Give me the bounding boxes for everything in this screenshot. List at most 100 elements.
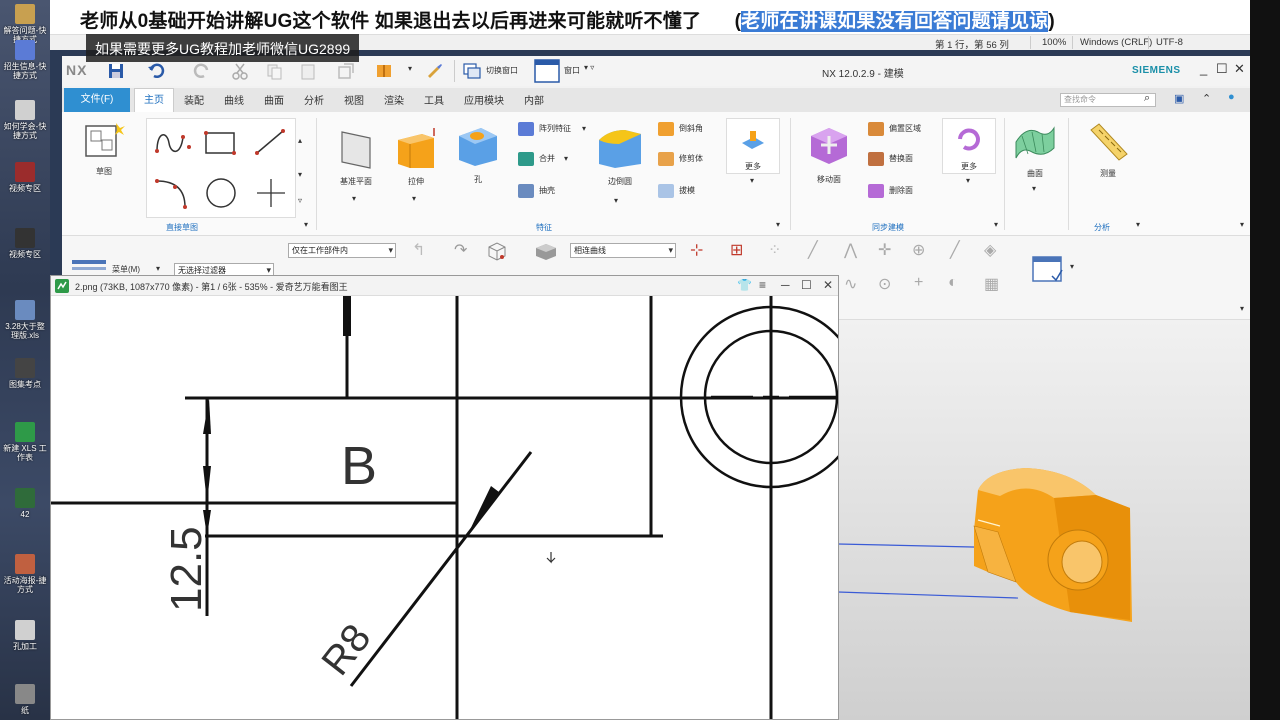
maximize-button[interactable]: ☐ (1216, 61, 1228, 77)
snap-box-icon[interactable]: ◈ (984, 240, 996, 260)
viewer-maximize-button[interactable]: ☐ (801, 278, 812, 292)
desktop-shortcut[interactable]: 孔加工 (2, 620, 48, 651)
toolbar-overflow-chevron[interactable]: ▾ (1240, 304, 1244, 313)
desktop-shortcut[interactable]: 视频专区 (2, 162, 48, 193)
viewer-menu-icon[interactable]: ≡ (759, 278, 766, 292)
cut-icon[interactable] (230, 61, 250, 81)
arc-icon[interactable] (151, 173, 195, 213)
viewer-minimize-button[interactable]: ─ (781, 278, 790, 292)
paste-icon[interactable] (298, 61, 318, 81)
line-icon[interactable] (251, 125, 291, 159)
snap-line-icon[interactable]: ╱ (808, 240, 818, 260)
offset-region-button[interactable]: 偏置区域 (868, 122, 921, 136)
tab-curve[interactable]: 曲线 (224, 92, 244, 107)
window-icon[interactable] (534, 59, 560, 83)
duplicate-icon[interactable] (336, 61, 356, 81)
chamfer-button[interactable]: 倒斜角 (658, 122, 703, 136)
pattern-dropdown-chevron[interactable]: ▾ (582, 124, 586, 133)
feature-group-chevron[interactable]: ▾ (776, 220, 780, 229)
snap-wave-icon[interactable]: ∿ (844, 274, 857, 294)
desktop-shortcut[interactable]: 如何学会-快捷方式 (2, 100, 48, 140)
rotate-icon[interactable]: ↷ (454, 240, 467, 260)
tab-home[interactable]: 主页 (134, 88, 174, 112)
tab-tools[interactable]: 工具 (424, 92, 444, 107)
unite-button[interactable]: 合并 (518, 152, 555, 166)
rectangle-icon[interactable] (201, 127, 241, 159)
viewer-close-button[interactable]: ✕ (823, 278, 833, 292)
desktop-shortcut[interactable]: 招生信息-快捷方式 (2, 40, 48, 80)
gallery-expand-chevron[interactable]: ▿ (298, 196, 302, 205)
unite-dropdown-chevron[interactable]: ▾ (564, 154, 568, 163)
more-features-chevron[interactable]: ▾ (750, 176, 754, 185)
trim-body-button[interactable]: 修剪体 (658, 152, 703, 166)
datum-dropdown-chevron[interactable]: ▾ (352, 194, 356, 203)
layout-icon[interactable]: ▣ (1174, 92, 1184, 105)
command-finder-input[interactable]: 查找命令 (1060, 93, 1156, 107)
close-button[interactable]: ✕ (1234, 61, 1245, 77)
profile-icon[interactable] (151, 125, 195, 161)
more-sync-chevron[interactable]: ▾ (966, 176, 970, 185)
viewer-image[interactable]: B 12.5 R8 (51, 296, 838, 719)
sketch-button[interactable]: 草图 (76, 120, 132, 177)
scope-select[interactable]: 仅在工作部件内 (288, 243, 396, 258)
intersect-icon[interactable]: ⊹ (690, 240, 703, 260)
book-dropdown-chevron[interactable]: ▾ (408, 64, 412, 73)
shell-button[interactable]: 抽壳 (518, 184, 555, 198)
select-arrow-icon[interactable]: ↰ (412, 240, 425, 260)
measure-button[interactable]: 测量 (1080, 122, 1136, 179)
curve-rule-select[interactable]: 相连曲线 (570, 243, 676, 258)
pattern-feature-button[interactable]: 阵列特征 (518, 122, 571, 136)
desktop-shortcut[interactable]: 解答问题-快捷方式 (2, 4, 48, 44)
search-icon[interactable]: ⌕ (1144, 92, 1150, 105)
more-features-button[interactable]: 更多 (726, 118, 780, 174)
snap-face-icon[interactable]: ◐ (948, 274, 958, 292)
desktop-shortcut[interactable]: 纸 (2, 684, 48, 715)
hole-button[interactable]: 孔 (450, 122, 506, 185)
extrude-button[interactable]: 拉伸 (388, 128, 444, 187)
wireframe-cube-icon[interactable] (486, 240, 508, 262)
switch-window-icon[interactable] (462, 61, 482, 81)
selected-text[interactable]: 老师在讲课如果没有回答问题请见谅 (741, 11, 1049, 32)
view-settings-icon[interactable] (1032, 256, 1064, 286)
extrude-dropdown-chevron[interactable]: ▾ (412, 194, 416, 203)
notepad-text-line[interactable]: 老师从0基础开始讲解UG这个软件 如果退出去以后再进来可能就听不懂了 (老师在讲… (80, 6, 1055, 33)
blend-dropdown-chevron[interactable]: ▾ (614, 196, 618, 205)
redo-icon[interactable] (192, 61, 212, 81)
tab-assembly[interactable]: 装配 (184, 92, 204, 107)
more-sync-button[interactable]: 更多 (942, 118, 996, 174)
point-icon[interactable] (253, 175, 289, 211)
desktop-shortcut[interactable]: 活动海报-捷方式 (2, 554, 48, 594)
gallery-up-chevron[interactable]: ▴ (298, 136, 302, 145)
save-icon[interactable] (106, 61, 126, 81)
snap-polyline-icon[interactable]: ⋀ (844, 240, 857, 260)
move-face-button[interactable]: 移动面 (800, 120, 858, 185)
group-menu-chevron[interactable]: ▾ (304, 220, 308, 229)
tab-surface[interactable]: 曲面 (264, 92, 284, 107)
tab-internal[interactable]: 内部 (524, 92, 544, 107)
tree-select-icon[interactable]: ⊞ (730, 240, 743, 260)
desktop-shortcut[interactable]: 视频专区 (2, 228, 48, 259)
desktop-shortcut[interactable]: 3.28大于整理版.xls (2, 300, 48, 340)
tab-file[interactable]: 文件(F) (64, 88, 130, 112)
gallery-down-chevron[interactable]: ▾ (298, 170, 302, 179)
view-settings-chevron[interactable]: ▾ (1070, 262, 1074, 271)
tab-render[interactable]: 渲染 (384, 92, 404, 107)
brush-icon[interactable] (424, 61, 444, 81)
snap-point-icon[interactable]: + (914, 274, 923, 292)
menu-icon[interactable] (72, 258, 108, 276)
solid-cube-icon[interactable] (534, 242, 558, 262)
edge-blend-button[interactable]: 边倒圆 (592, 124, 648, 187)
minimize-button[interactable]: _ (1200, 61, 1207, 76)
delete-face-button[interactable]: 删除面 (868, 184, 913, 198)
model-view[interactable] (838, 320, 1250, 720)
viewer-skin-icon[interactable]: 👕 (737, 278, 752, 292)
circle-icon[interactable] (203, 175, 239, 211)
orange-part[interactable] (973, 468, 1132, 622)
surface-button[interactable]: 曲面 (1010, 122, 1060, 179)
desktop-shortcut[interactable]: 图集考点 (2, 358, 48, 389)
undo-icon[interactable] (146, 61, 166, 81)
sync-group-chevron[interactable]: ▾ (994, 220, 998, 229)
menu-button[interactable]: 菜单(M) (112, 264, 140, 275)
analysis-group-chevron[interactable]: ▾ (1136, 220, 1140, 229)
snap-diag-icon[interactable]: ╱ (950, 240, 960, 260)
